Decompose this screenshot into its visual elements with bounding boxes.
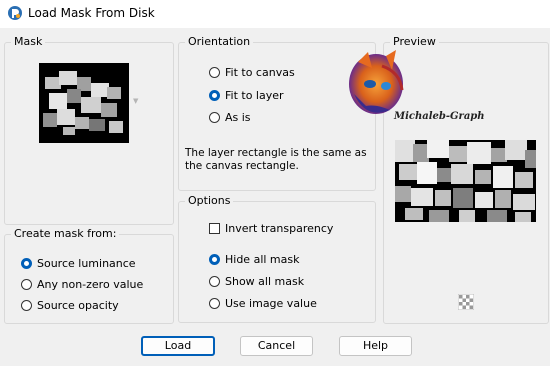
radio-label: Any non-zero value [37,277,144,291]
radio-label: Fit to canvas [225,65,295,79]
radio-dot [209,111,220,123]
create-mask-from-group: Create mask from: Source luminance Any n… [4,226,174,324]
radio-dot [21,278,32,290]
help-button[interactable]: Help [339,336,412,356]
orientation-legend: Orientation [185,34,254,50]
radio-source-luminance[interactable]: Source luminance [21,255,136,271]
radio-dot [209,66,220,78]
radio-dot [209,89,220,101]
radio-any-non-zero-value[interactable]: Any non-zero value [21,276,143,292]
radio-label: As is [225,110,251,124]
options-legend: Options [185,193,234,209]
orientation-description: The layer rectangle is the same as the c… [185,147,367,172]
radio-dot [21,257,32,269]
chevron-down-icon[interactable]: ▼ [133,97,138,105]
mask-group: Mask ▼ [4,34,174,225]
radio-dot [209,275,220,287]
title-bar: Load Mask From Disk [0,0,550,28]
radio-dot [209,253,220,265]
mask-thumbnail[interactable] [39,63,129,143]
checkbox-box [209,222,220,234]
radio-hide-all-mask[interactable]: Hide all mask [209,251,299,267]
preview-image [395,140,536,222]
radio-label: Show all mask [225,274,305,288]
paintshop-pro-icon [8,6,22,20]
radio-show-all-mask[interactable]: Show all mask [209,273,304,289]
radio-as-is[interactable]: As is [209,109,251,125]
checkbox-label: Invert transparency [225,221,334,235]
load-button[interactable]: Load [141,336,215,356]
checkerboard-icon[interactable] [458,294,474,310]
options-group: Options Invert transparency Hide all mas… [178,193,376,323]
radio-source-opacity[interactable]: Source opacity [21,297,119,313]
mask-legend: Mask [11,34,46,50]
radio-label: Fit to layer [225,88,284,102]
radio-label: Source opacity [37,298,119,312]
radio-dot [21,299,32,311]
invert-transparency-checkbox[interactable]: Invert transparency [209,220,333,236]
cancel-button[interactable]: Cancel [240,336,313,356]
watermark-text: Michaleb-Graph [394,111,485,122]
radio-dot [209,297,220,309]
radio-label: Hide all mask [225,252,300,266]
radio-fit-to-canvas[interactable]: Fit to canvas [209,64,295,80]
create-mask-from-legend: Create mask from: [11,226,120,242]
radio-use-image-value[interactable]: Use image value [209,295,317,311]
radio-fit-to-layer[interactable]: Fit to layer [209,87,284,103]
radio-label: Source luminance [37,256,136,270]
window-title: Load Mask From Disk [28,6,155,20]
preview-legend: Preview [390,34,439,50]
radio-label: Use image value [225,296,317,310]
